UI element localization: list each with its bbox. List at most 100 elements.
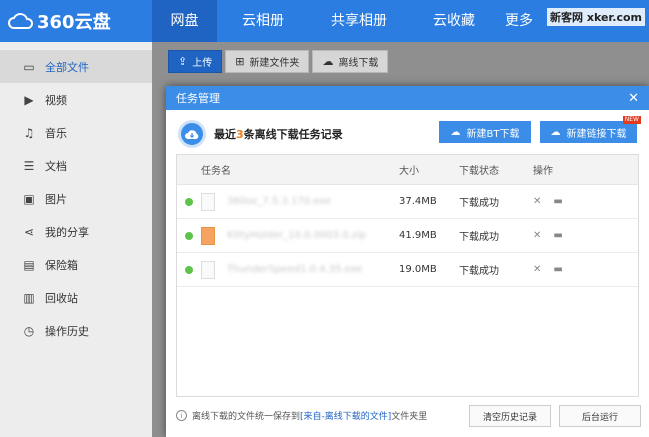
top-bar: 360云盘 网盘 云相册 共享相册 云收藏 更多 新客网 xker.com (0, 0, 649, 42)
run-in-background-button[interactable]: 后台运行 (559, 405, 641, 427)
dialog-footer-note: i 离线下载的文件统一保存到 [来自-离线下载的文件] 文件夹里 (176, 409, 427, 422)
sidebar: ▭ 全部文件 ▶ 视频 ♫ 音乐 ☰ 文档 ▣ 图片 ⋖ 我的分享 ▤ 保险箱 … (0, 42, 152, 437)
archive-file-icon (201, 226, 215, 245)
column-header-status: 下载状态 (459, 166, 499, 177)
sidebar-item-documents[interactable]: ☰ 文档 (0, 149, 152, 182)
sidebar-item-label: 音乐 (45, 126, 67, 140)
file-icon (201, 192, 215, 211)
sidebar-item-safe[interactable]: ▤ 保险箱 (0, 248, 152, 281)
offline-download-button[interactable]: ☁ 离线下载 (312, 50, 389, 73)
table-header: 任务名 大小 下载状态 操作 (177, 155, 638, 185)
table-row[interactable]: ThunderSpeed1.0.4.35.exe 19.0MB 下载成功 ✕ ▬ (177, 253, 638, 287)
download-status: 下载成功 (459, 198, 499, 209)
heading-prefix: 最近 (214, 128, 236, 141)
new-folder-icon: ⊞ (235, 55, 245, 68)
file-size: 19.0MB (399, 264, 437, 275)
column-header-size: 大小 (399, 166, 419, 177)
new-link-download-button[interactable]: ☁ 新建链接下载 NEW (540, 116, 641, 143)
trash-icon: ▥ (23, 290, 35, 305)
new-bt-download-label: 新建BT下载 (466, 128, 520, 140)
new-bt-download-button[interactable]: ☁ 新建BT下载 (439, 121, 531, 143)
open-folder-icon[interactable]: ▬ (553, 196, 562, 207)
clear-history-button[interactable]: 清空历史记录 (469, 405, 551, 427)
cloud-download-icon (178, 120, 206, 148)
site-watermark: 新客网 xker.com (547, 8, 645, 26)
sidebar-item-label: 我的分享 (45, 225, 89, 239)
toolbar: ⇪ 上传 ⊞ 新建文件夹 ☁ 离线下载 (168, 50, 389, 73)
logo-text: 360云盘 (37, 12, 111, 33)
sidebar-item-video[interactable]: ▶ 视频 (0, 83, 152, 116)
task-manager-dialog: 任务管理 ✕ 最近3条离线下载任务记录 ☁ 新建BT下载 ☁ 新建链接下载 NE… (166, 86, 649, 437)
footer-prefix: 离线下载的文件统一保存到 (192, 412, 301, 422)
nav-item-cloud-favorites[interactable]: 云收藏 (409, 0, 499, 42)
nav-item-cloud-album[interactable]: 云相册 (217, 0, 309, 42)
delete-icon[interactable]: ✕ (533, 264, 541, 275)
file-size: 41.9MB (399, 230, 437, 241)
column-header-name: 任务名 (201, 166, 231, 177)
footer-suffix: 文件夹里 (391, 412, 428, 422)
sidebar-item-label: 文档 (45, 159, 67, 173)
main-nav: 网盘 云相册 共享相册 云收藏 更多 (152, 0, 539, 42)
file-icon (201, 260, 215, 279)
image-icon: ▣ (23, 191, 35, 206)
sidebar-item-label: 回收站 (45, 291, 78, 305)
dialog-header: 最近3条离线下载任务记录 (178, 120, 343, 148)
new-badge: NEW (622, 116, 641, 124)
upload-button[interactable]: ⇪ 上传 (168, 50, 223, 73)
sidebar-item-history[interactable]: ◷ 操作历史 (0, 314, 152, 347)
file-name: KittyHolder_10.0.0003.0.zip (227, 230, 367, 241)
status-dot (185, 265, 193, 274)
nav-item-shared-album[interactable]: 共享相册 (309, 0, 409, 42)
upload-label: 上传 (192, 58, 213, 69)
folder-icon: ▭ (23, 59, 35, 74)
status-dot (185, 231, 193, 240)
table-row[interactable]: 360se_7.5.3.170.exe 37.4MB 下载成功 ✕ ▬ (177, 185, 638, 219)
task-count: 3 (236, 128, 244, 141)
cloud-upload-icon: ☁ (550, 126, 561, 138)
video-icon: ▶ (24, 92, 34, 107)
nav-item-netdisk[interactable]: 网盘 (152, 0, 217, 42)
sidebar-item-label: 保险箱 (45, 258, 78, 272)
download-status: 下载成功 (459, 232, 499, 243)
sidebar-item-my-share[interactable]: ⋖ 我的分享 (0, 215, 152, 248)
dialog-title-bar: 任务管理 ✕ (166, 86, 649, 110)
new-link-download-label: 新建链接下载 (566, 128, 627, 140)
document-icon: ☰ (23, 158, 35, 173)
new-share-folder-button[interactable]: ⊞ 新建文件夹 (225, 50, 310, 73)
offline-folder-link[interactable]: [来自-离线下载的文件] (300, 409, 391, 422)
file-name: 360se_7.5.3.170.exe (227, 196, 332, 207)
file-size: 37.4MB (399, 196, 437, 207)
sidebar-item-recycle-bin[interactable]: ▥ 回收站 (0, 281, 152, 314)
app-logo[interactable]: 360云盘 (0, 0, 152, 42)
download-status: 下载成功 (459, 266, 499, 277)
history-icon: ◷ (23, 323, 35, 338)
sidebar-item-images[interactable]: ▣ 图片 (0, 182, 152, 215)
sidebar-item-label: 全部文件 (45, 60, 89, 74)
close-icon[interactable]: ✕ (628, 91, 639, 106)
delete-icon[interactable]: ✕ (533, 196, 541, 207)
sidebar-item-label: 视频 (45, 93, 67, 107)
sidebar-item-all-files[interactable]: ▭ 全部文件 (0, 50, 152, 83)
dialog-heading: 最近3条离线下载任务记录 (214, 126, 343, 142)
cloud-download-icon: ☁ (322, 55, 334, 68)
safe-icon: ▤ (23, 257, 35, 272)
heading-suffix: 条离线下载任务记录 (243, 128, 343, 141)
open-folder-icon[interactable]: ▬ (553, 264, 562, 275)
cloud-logo-icon (8, 13, 34, 29)
upload-icon: ⇪ (178, 55, 188, 68)
open-folder-icon[interactable]: ▬ (553, 230, 562, 241)
column-header-actions: 操作 (533, 166, 553, 177)
sidebar-item-music[interactable]: ♫ 音乐 (0, 116, 152, 149)
share-icon: ⋖ (23, 224, 35, 239)
task-table: 任务名 大小 下载状态 操作 360se_7.5.3.170.exe 37.4M… (176, 154, 639, 397)
offline-download-label: 离线下载 (338, 58, 379, 69)
delete-icon[interactable]: ✕ (533, 230, 541, 241)
cloud-upload-icon: ☁ (450, 126, 461, 138)
info-icon: i (176, 410, 187, 421)
nav-item-more[interactable]: 更多 (499, 0, 539, 42)
sidebar-item-label: 图片 (45, 192, 67, 206)
status-dot (185, 197, 193, 206)
table-row[interactable]: KittyHolder_10.0.0003.0.zip 41.9MB 下载成功 … (177, 219, 638, 253)
file-name: ThunderSpeed1.0.4.35.exe (227, 264, 363, 275)
new-share-folder-label: 新建文件夹 (249, 58, 300, 69)
